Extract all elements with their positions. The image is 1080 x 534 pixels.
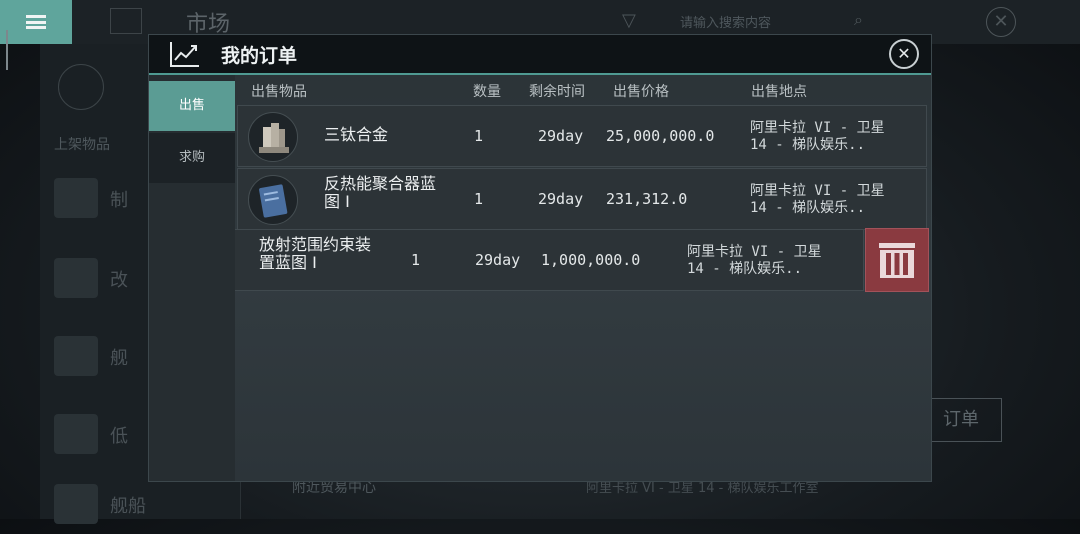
order-price: 1,000,000.0	[541, 251, 641, 269]
order-price: 25,000,000.0	[606, 127, 715, 145]
dialog-title: 我的订单	[221, 45, 298, 67]
menu-button[interactable]	[0, 0, 72, 44]
trash-icon	[879, 243, 915, 278]
blueprint-icon	[248, 175, 298, 225]
tab-sell[interactable]: 出售	[149, 81, 235, 131]
item-name-line: 图 I	[324, 192, 350, 211]
order-location: 阿里卡拉 VI - 卫星 14 - 梯队娱乐..	[750, 120, 885, 154]
order-tabs: 出售 求购	[149, 75, 235, 481]
location-line: 阿里卡拉 VI - 卫星	[750, 120, 885, 136]
item-name: 放射范围约束装 置蓝图 I	[259, 236, 371, 272]
column-header-location: 出售地点	[751, 84, 807, 100]
delete-order-button[interactable]	[865, 228, 929, 292]
item-name-line: 置蓝图 I	[259, 253, 317, 272]
search-icon[interactable]: ⌕	[854, 10, 863, 30]
home-icon[interactable]	[58, 64, 104, 110]
column-header-time: 剩余时间	[529, 84, 585, 100]
ship-icon	[54, 484, 98, 524]
item-name-line: 放射范围约束装	[259, 235, 372, 254]
order-time: 29day	[475, 251, 521, 269]
close-icon[interactable]: ✕	[889, 39, 919, 69]
order-location: 阿里卡拉 VI - 卫星 14 - 梯队娱乐..	[750, 183, 885, 217]
item-name-line: 反热能聚合器蓝	[324, 174, 437, 193]
order-location: 阿里卡拉 VI - 卫星 14 - 梯队娱乐..	[687, 244, 822, 278]
order-row[interactable]: 三钛合金 1 29day 25,000,000.0 阿里卡拉 VI - 卫星 1…	[237, 105, 927, 167]
sidebar-item-label: 制	[110, 190, 128, 211]
order-qty: 1	[474, 190, 484, 208]
item-name: 三钛合金	[324, 125, 389, 144]
sidebar-item-label: 舰船	[110, 496, 146, 517]
item-name: 反热能聚合器蓝 图 I	[324, 175, 436, 211]
order-time: 29day	[538, 190, 584, 208]
blueprint-icon	[54, 336, 98, 376]
module-icon	[54, 414, 98, 454]
order-button[interactable]: 订单	[920, 398, 1002, 442]
location-line: 14 - 梯队娱乐..	[750, 137, 866, 153]
location-line: 阿里卡拉 VI - 卫星	[687, 244, 822, 260]
sidebar-item[interactable]: 舰船	[54, 478, 234, 534]
column-header-qty: 数量	[473, 84, 501, 100]
hamburger-icon	[26, 15, 46, 29]
order-row[interactable]: 放射范围约束装 置蓝图 I 1 29day 1,000,000.0 阿里卡拉 V…	[235, 229, 864, 291]
blueprint-icon	[54, 258, 98, 298]
location-line: 14 - 梯队娱乐..	[750, 200, 866, 216]
column-header-price: 出售价格	[613, 84, 669, 100]
order-qty: 1	[474, 127, 484, 145]
order-price: 231,312.0	[606, 190, 688, 208]
order-row[interactable]: 反热能聚合器蓝 图 I 1 29day 231,312.0 阿里卡拉 VI - …	[237, 168, 927, 230]
market-chart-icon	[110, 8, 142, 34]
scroll-indicator	[6, 30, 8, 70]
item-icon	[54, 178, 98, 218]
location-line: 14 - 梯队娱乐..	[687, 261, 803, 277]
order-time: 29day	[538, 127, 584, 145]
search-input[interactable]: 请输入搜索内容	[680, 12, 771, 31]
sidebar-item-label: 改	[110, 270, 128, 291]
column-header-item: 出售物品	[251, 84, 307, 100]
tab-buy[interactable]: 求购	[149, 133, 235, 183]
dialog-header: 我的订单 ✕	[149, 35, 931, 75]
shelf-label: 上架物品	[54, 137, 110, 153]
order-qty: 1	[411, 251, 421, 269]
location-line: 阿里卡拉 VI - 卫星	[750, 183, 885, 199]
market-close-icon[interactable]: ✕	[986, 7, 1016, 37]
sidebar-item-label: 舰	[110, 348, 128, 369]
alloy-icon	[248, 112, 298, 162]
my-orders-dialog: 我的订单 ✕ 出售 求购 出售物品 数量 剩余时间 出售价格 出售地点 三钛合金…	[148, 34, 932, 482]
sidebar-item-label: 低	[110, 426, 128, 447]
filter-icon[interactable]: ▽	[622, 10, 636, 31]
chart-icon	[170, 42, 199, 67]
